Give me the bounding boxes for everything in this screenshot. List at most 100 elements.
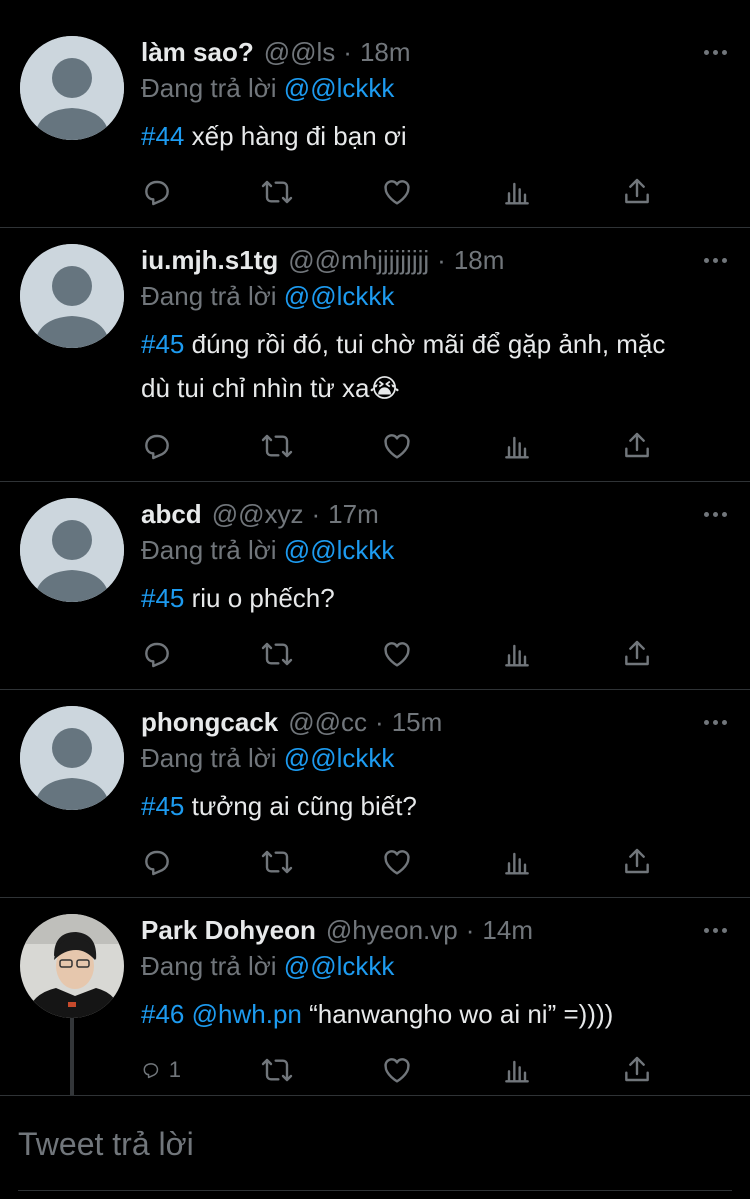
share-button[interactable] [621, 176, 661, 208]
tweet-header: iu.mjh.s1tg @@mhjjjjjjjjj · 18m [141, 242, 730, 278]
timestamp[interactable]: 14m [482, 912, 533, 948]
avatar[interactable] [20, 244, 124, 348]
replying-to-mention[interactable]: @@lckkk [284, 951, 395, 981]
handle[interactable]: @@xyz [212, 496, 304, 532]
tweet[interactable]: iu.mjh.s1tg @@mhjjjjjjjjj · 18m Đang trả… [0, 228, 750, 482]
tweet-text: #45 riu o phếch? [141, 576, 730, 620]
action-bar [141, 426, 661, 466]
hashtag[interactable]: #45 [141, 791, 184, 821]
action-bar [141, 172, 661, 212]
share-icon [625, 432, 649, 458]
share-button[interactable] [621, 638, 661, 670]
separator-dot: · [465, 915, 475, 945]
tweet-body: abcd @@xyz · 17m Đang trả lời @@lckkk #4… [141, 496, 730, 620]
tweet-header: Park Dohyeon @hyeon.vp · 14m [141, 912, 730, 948]
tweet-header: phongcack @@cc · 15m [141, 704, 730, 740]
avatar[interactable] [20, 914, 124, 1018]
views-button[interactable] [501, 430, 541, 462]
more-icon[interactable] [700, 712, 730, 732]
hashtag[interactable]: #46 [141, 999, 184, 1029]
like-button[interactable] [381, 638, 421, 670]
avatar[interactable] [20, 36, 124, 140]
replying-to-mention[interactable]: @@lckkk [284, 743, 395, 773]
more-icon[interactable] [700, 250, 730, 270]
views-button[interactable] [501, 846, 541, 878]
hashtag[interactable]: #44 [141, 121, 184, 151]
handle[interactable]: @hyeon.vp [326, 912, 458, 948]
replying-to-label: Đang trả lời [141, 535, 277, 565]
tweet-text: #46 @hwh.pn “hanwangho wo ai ni” =)))) [141, 992, 730, 1036]
mention-link[interactable]: @hwh.pn [192, 999, 302, 1029]
hashtag[interactable]: #45 [141, 583, 184, 613]
replying-to-mention[interactable]: @@lckkk [284, 73, 395, 103]
handle[interactable]: @@mhjjjjjjjjj [288, 242, 429, 278]
reply-button[interactable] [141, 176, 181, 208]
display-name[interactable]: abcd [141, 496, 202, 532]
tweet-body: phongcack @@cc · 15m Đang trả lời @@lckk… [141, 704, 730, 828]
composer-divider [18, 1190, 732, 1191]
replying-to-label: Đang trả lời [141, 951, 277, 981]
retweet-button[interactable] [261, 176, 301, 208]
share-button[interactable] [621, 846, 661, 878]
avatar[interactable] [20, 706, 124, 810]
timestamp[interactable]: 18m [360, 34, 411, 70]
like-button[interactable] [381, 430, 421, 462]
avatar[interactable] [20, 498, 124, 602]
reply-button[interactable] [141, 638, 181, 670]
tweet[interactable]: phongcack @@cc · 15m Đang trả lời @@lckk… [0, 690, 750, 898]
more-icon[interactable] [700, 920, 730, 940]
reply-button[interactable]: 1 [141, 1054, 181, 1086]
like-button[interactable] [381, 176, 421, 208]
views-button[interactable] [501, 638, 541, 670]
tweet[interactable]: Park Dohyeon @hyeon.vp · 14m Đang trả lờ… [0, 898, 750, 1095]
retweet-icon [261, 850, 293, 874]
reply-button[interactable] [141, 846, 181, 878]
hashtag[interactable]: #45 [141, 329, 184, 359]
more-icon[interactable] [700, 504, 730, 524]
tweet-text-content: tưởng ai cũng biết? [184, 791, 417, 821]
share-button[interactable] [621, 430, 661, 462]
handle[interactable]: @@ls [264, 34, 336, 70]
display-name[interactable]: làm sao? [141, 34, 254, 70]
handle[interactable]: @@cc [288, 704, 367, 740]
views-button[interactable] [501, 176, 541, 208]
views-icon [505, 182, 529, 205]
tweet[interactable]: làm sao? @@ls · 18m Đang trả lời @@lckkk… [0, 0, 750, 228]
retweet-button[interactable] [261, 846, 301, 878]
reply-button[interactable] [141, 430, 181, 462]
like-icon [384, 434, 410, 459]
more-icon[interactable] [700, 42, 730, 62]
display-name[interactable]: phongcack [141, 704, 278, 740]
views-icon [505, 852, 529, 875]
tweet-body: iu.mjh.s1tg @@mhjjjjjjjjj · 18m Đang trả… [141, 242, 730, 410]
like-icon [384, 850, 410, 875]
views-button[interactable] [501, 1054, 541, 1086]
share-icon [625, 1056, 649, 1082]
reply-icon [145, 434, 169, 460]
retweet-icon [261, 642, 293, 666]
reply-icon [143, 1063, 159, 1079]
tweet[interactable]: abcd @@xyz · 17m Đang trả lời @@lckkk #4… [0, 482, 750, 690]
tweet-body: Park Dohyeon @hyeon.vp · 14m Đang trả lờ… [141, 912, 730, 1036]
reply-input[interactable]: Tweet trả lời [18, 1124, 730, 1164]
tweet-header: làm sao? @@ls · 18m [141, 34, 730, 70]
separator-dot: · [311, 499, 321, 529]
replying-to-mention[interactable]: @@lckkk [284, 535, 395, 565]
retweet-button[interactable] [261, 430, 301, 462]
like-icon [384, 1058, 410, 1083]
reply-count: 1 [168, 1057, 181, 1082]
display-name[interactable]: Park Dohyeon [141, 912, 316, 948]
timestamp[interactable]: 15m [392, 704, 443, 740]
replying-to-mention[interactable]: @@lckkk [284, 281, 395, 311]
timestamp[interactable]: 18m [454, 242, 505, 278]
reply-composer: Tweet trả lời [0, 1095, 750, 1199]
display-name[interactable]: iu.mjh.s1tg [141, 242, 278, 278]
share-button[interactable] [621, 1054, 661, 1086]
timestamp[interactable]: 17m [328, 496, 379, 532]
retweet-button[interactable] [261, 638, 301, 670]
replying-to: Đang trả lời @@lckkk [141, 740, 730, 776]
retweet-button[interactable] [261, 1054, 301, 1086]
replying-to: Đang trả lời @@lckkk [141, 948, 730, 984]
like-button[interactable] [381, 846, 421, 878]
like-button[interactable] [381, 1054, 421, 1086]
